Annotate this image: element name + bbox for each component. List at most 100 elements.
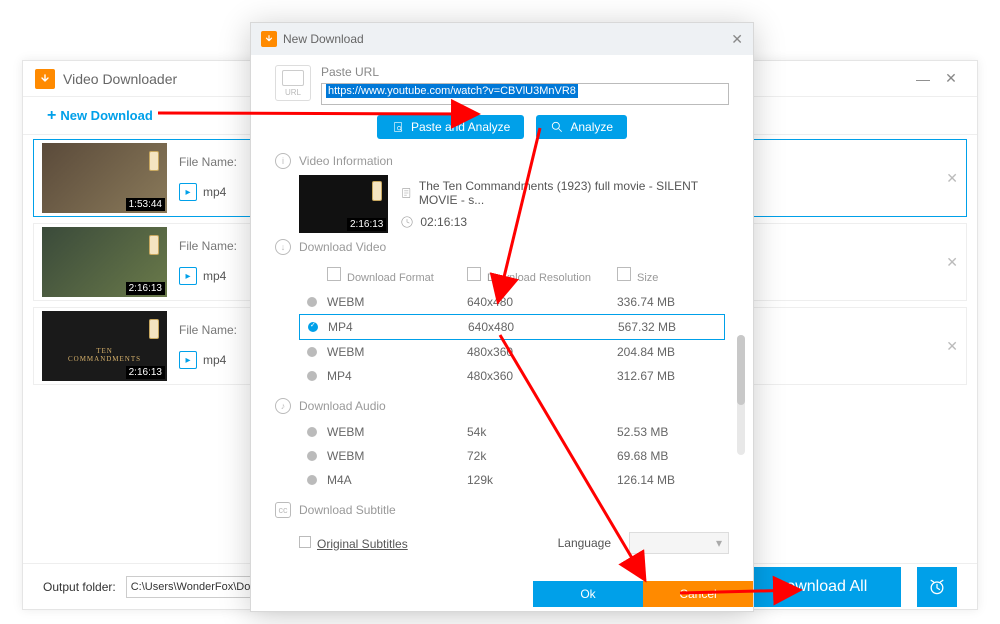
item-meta: File Name: ▸ mp4 bbox=[179, 323, 237, 369]
remove-item-button[interactable]: ✕ bbox=[946, 338, 958, 355]
item-meta: File Name: ▸ mp4 bbox=[179, 239, 237, 285]
audio-formats-table: WEBM54k52.53 MB WEBM72k69.68 MB M4A129k1… bbox=[299, 420, 725, 492]
dialog-logo-icon bbox=[261, 31, 277, 47]
table-row[interactable]: WEBM640x480336.74 MB bbox=[299, 290, 725, 314]
item-meta: File Name: ▸ mp4 bbox=[179, 155, 237, 201]
download-video-header-label: Download Video bbox=[299, 240, 386, 254]
alarm-icon bbox=[927, 577, 947, 597]
table-header: Download Format Download Resolution Size bbox=[299, 261, 725, 290]
table-row[interactable]: WEBM72k69.68 MB bbox=[299, 444, 725, 468]
download-all-label: Download All bbox=[775, 578, 868, 596]
format-chip[interactable]: ▸ mp4 bbox=[179, 183, 237, 201]
radio-icon bbox=[307, 475, 317, 485]
video-thumb-duration: 2:16:13 bbox=[347, 218, 386, 231]
format-label: mp4 bbox=[203, 185, 226, 199]
audio-icon: ♪ bbox=[275, 398, 291, 414]
file-name-label: File Name: bbox=[179, 323, 237, 337]
info-icon: i bbox=[275, 153, 291, 169]
table-row[interactable]: WEBM54k52.53 MB bbox=[299, 420, 725, 444]
close-button[interactable]: ✕ bbox=[937, 65, 965, 93]
search-icon bbox=[550, 120, 564, 134]
radio-icon bbox=[307, 297, 317, 307]
size-col-icon bbox=[617, 267, 631, 281]
original-subtitles-label: Original Subtitles bbox=[317, 537, 408, 551]
paste-analyze-button[interactable]: Paste and Analyze bbox=[377, 115, 524, 139]
video-info-header: i Video Information bbox=[275, 153, 729, 169]
subtitle-row: Original Subtitles Language ▾ bbox=[299, 524, 729, 554]
download-video-header: ↓ Download Video bbox=[275, 239, 729, 255]
analyze-label: Analyze bbox=[570, 120, 613, 134]
scrollbar-thumb[interactable] bbox=[737, 335, 745, 405]
paste-url-label: Paste URL bbox=[321, 65, 729, 79]
dialog-titlebar: New Download ✕ bbox=[251, 23, 753, 55]
format-chip[interactable]: ▸ mp4 bbox=[179, 351, 237, 369]
radio-checked-icon bbox=[308, 322, 318, 332]
table-row[interactable]: WEBM480x360204.84 MB bbox=[299, 340, 725, 364]
video-thumbnail: 2:16:13 bbox=[299, 175, 388, 233]
analyze-button-row: Paste and Analyze Analyze bbox=[275, 115, 729, 139]
document-icon bbox=[400, 186, 412, 200]
download-subtitle-header: cc Download Subtitle bbox=[275, 502, 729, 518]
url-input[interactable]: https://www.youtube.com/watch?v=CBVlU3Mn… bbox=[321, 83, 729, 105]
plus-icon: + bbox=[47, 107, 56, 125]
thumbnail: 1:53:44 bbox=[42, 143, 167, 213]
format-label: mp4 bbox=[203, 269, 226, 283]
output-folder-label: Output folder: bbox=[43, 580, 116, 594]
app-logo-icon bbox=[35, 69, 55, 89]
new-download-dialog: New Download ✕ URL Paste URL https://www… bbox=[250, 22, 754, 612]
remove-item-button[interactable]: ✕ bbox=[946, 254, 958, 271]
duration-badge: 1:53:44 bbox=[126, 198, 165, 211]
new-download-label: New Download bbox=[60, 108, 152, 123]
remove-item-button[interactable]: ✕ bbox=[946, 170, 958, 187]
checkbox-icon bbox=[299, 536, 311, 548]
duration-badge: 2:16:13 bbox=[126, 366, 165, 379]
dialog-footer: Ok Cancel bbox=[251, 581, 753, 611]
format-chip[interactable]: ▸ mp4 bbox=[179, 267, 237, 285]
video-title: The Ten Commandments (1923) full movie -… bbox=[419, 179, 729, 207]
schedule-button[interactable] bbox=[917, 567, 957, 607]
radio-icon bbox=[307, 451, 317, 461]
download-subtitle-header-label: Download Subtitle bbox=[299, 503, 396, 517]
duration-badge: 2:16:13 bbox=[126, 282, 165, 295]
radio-icon bbox=[307, 427, 317, 437]
resolution-col-icon bbox=[467, 267, 481, 281]
cc-icon: cc bbox=[275, 502, 291, 518]
paste-analyze-label: Paste and Analyze bbox=[411, 120, 510, 134]
file-name-label: File Name: bbox=[179, 239, 237, 253]
video-duration: 02:16:13 bbox=[420, 215, 467, 229]
new-download-button[interactable]: + New Download bbox=[47, 107, 153, 125]
ok-button[interactable]: Ok bbox=[533, 581, 643, 607]
url-page-icon: URL bbox=[275, 65, 311, 101]
chevron-down-icon: ▾ bbox=[716, 536, 722, 550]
language-label: Language bbox=[558, 536, 611, 550]
thumbnail: TENCOMMANDMENTS 2:16:13 bbox=[42, 311, 167, 381]
dialog-close-button[interactable]: ✕ bbox=[731, 31, 743, 48]
url-section: URL Paste URL https://www.youtube.com/wa… bbox=[275, 65, 729, 105]
language-select[interactable]: ▾ bbox=[629, 532, 729, 554]
radio-icon bbox=[307, 371, 317, 381]
cancel-button[interactable]: Cancel bbox=[643, 581, 753, 607]
download-all-button[interactable]: Download All bbox=[741, 567, 901, 607]
clipboard-search-icon bbox=[391, 120, 405, 134]
video-formats-table: Download Format Download Resolution Size… bbox=[299, 261, 725, 388]
format-col-icon bbox=[327, 267, 341, 281]
table-row[interactable]: MP4480x360312.67 MB bbox=[299, 364, 725, 388]
original-subtitles-checkbox[interactable]: Original Subtitles bbox=[299, 536, 408, 551]
format-icon: ▸ bbox=[179, 267, 197, 285]
table-row[interactable]: M4A129k126.14 MB bbox=[299, 468, 725, 492]
video-info: 2:16:13 The Ten Commandments (1923) full… bbox=[299, 175, 729, 233]
radio-icon bbox=[307, 347, 317, 357]
table-row[interactable]: MP4640x480567.32 MB bbox=[299, 314, 725, 340]
analyze-button[interactable]: Analyze bbox=[536, 115, 627, 139]
scrollbar[interactable] bbox=[737, 335, 745, 455]
minimize-button[interactable]: — bbox=[909, 65, 937, 93]
thumbnail: 2:16:13 bbox=[42, 227, 167, 297]
format-icon: ▸ bbox=[179, 183, 197, 201]
dialog-title: New Download bbox=[283, 32, 731, 46]
download-audio-header-label: Download Audio bbox=[299, 399, 386, 413]
clock-icon bbox=[400, 215, 414, 229]
format-icon: ▸ bbox=[179, 351, 197, 369]
url-value: https://www.youtube.com/watch?v=CBVlU3Mn… bbox=[326, 84, 578, 98]
download-audio-header: ♪ Download Audio bbox=[275, 398, 729, 414]
video-info-header-label: Video Information bbox=[299, 154, 393, 168]
